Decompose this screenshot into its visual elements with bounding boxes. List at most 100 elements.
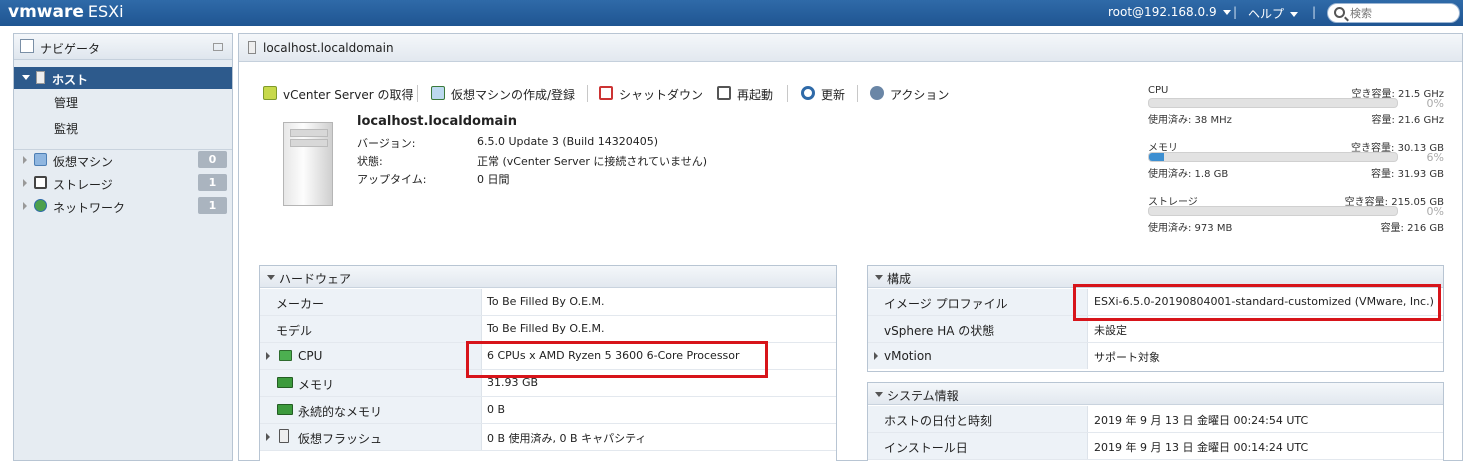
row-label-cell: メーカー (260, 289, 482, 315)
separator: | (1312, 5, 1317, 19)
vm-icon (34, 153, 47, 166)
button-label: 更新 (821, 88, 846, 102)
host-summary-panel: localhost.localdomain vCenter Server の取得… (238, 33, 1463, 461)
system-info-portlet: システム情報 ホストの日付と時刻 2019 年 9 月 13 日 金曜日 00:… (867, 382, 1444, 461)
expand-icon[interactable] (23, 202, 27, 210)
row-label: vMotion (884, 349, 932, 363)
row-label: 永続的なメモリ (298, 405, 383, 419)
nav-item-manage[interactable]: 管理 (54, 94, 78, 111)
count-badge: 0 (198, 151, 227, 168)
button-label: 仮想マシンの作成/登録 (451, 88, 576, 102)
memory-icon (277, 377, 293, 388)
usage-percent: 6% (1426, 151, 1444, 164)
row-value: 未設定 (1094, 324, 1127, 337)
nav-item-host[interactable]: ホスト (14, 67, 232, 89)
help-label: ヘルプ (1248, 7, 1285, 21)
highlight-box-image-profile (1073, 284, 1441, 321)
expand-icon[interactable] (23, 179, 27, 187)
separator (857, 85, 858, 102)
row-label-cell: 仮想フラッシュ (260, 424, 482, 450)
chevron-down-icon (1222, 10, 1231, 15)
vcenter-icon (263, 86, 277, 100)
user-menu[interactable]: root@192.168.0.9 (1108, 5, 1231, 19)
separator (587, 85, 588, 102)
expand-icon[interactable] (23, 156, 27, 164)
row-value: サポート対象 (1094, 351, 1160, 364)
expand-icon[interactable] (22, 75, 30, 80)
expand-icon[interactable] (266, 352, 270, 360)
nav-item-network[interactable]: ネットワーク 1 (14, 195, 232, 217)
usage-bar (1148, 98, 1398, 108)
collapse-icon[interactable] (875, 392, 883, 397)
row-label: メモリ (298, 378, 335, 392)
button-label: vCenter Server の取得 (283, 88, 414, 102)
nav-item-storage[interactable]: ストレージ 1 (14, 172, 232, 194)
persistent-memory-icon (277, 404, 293, 415)
shutdown-icon (599, 86, 613, 100)
nav-item-label: ストレージ (53, 178, 113, 192)
row-label: 仮想フラッシュ (298, 432, 383, 446)
create-vm-icon (431, 86, 445, 100)
expand-icon[interactable] (874, 352, 878, 360)
portlet-title: システム情報 (887, 389, 959, 403)
nav-item-vms[interactable]: 仮想マシン 0 (14, 149, 232, 171)
gear-icon (870, 86, 884, 100)
resource-capacity: 容量: 21.6 GHz (1371, 115, 1444, 126)
collapse-icon[interactable] (875, 275, 883, 280)
navigator-icon (20, 39, 34, 53)
nav-item-monitor[interactable]: 監視 (54, 120, 78, 137)
help-menu[interactable]: ヘルプ (1248, 5, 1299, 22)
search-input[interactable] (1350, 6, 1455, 20)
top-bar: vmware ESXi root@192.168.0.9 | ヘルプ | (0, 0, 1463, 26)
row-label-cell: ホストの日付と時刻 (868, 406, 1088, 432)
collapse-panel-icon[interactable] (213, 43, 223, 51)
usage-percent: 0% (1426, 205, 1444, 218)
count-badge: 1 (198, 174, 227, 191)
cpu-icon (279, 350, 292, 361)
table-row[interactable]: vMotion サポート対象 (868, 343, 1443, 370)
version-label: バージョン: (357, 137, 416, 150)
row-label: モデル (276, 324, 313, 338)
row-label-cell: vSphere HA の状態 (868, 316, 1088, 342)
separator (417, 85, 418, 102)
portlet-title: ハードウェア (279, 272, 352, 286)
row-label: メーカー (276, 297, 325, 311)
table-row: ホストの日付と時刻 2019 年 9 月 13 日 金曜日 00:24:54 U… (868, 406, 1443, 433)
row-label-cell: vMotion (868, 343, 1088, 369)
storage-icon (34, 176, 47, 189)
separator (787, 85, 788, 102)
row-value: To Be Filled By O.E.M. (487, 295, 605, 308)
button-label: シャットダウン (619, 88, 704, 102)
vmware-logo: vmware ESXi (8, 2, 124, 22)
navigator-title: ナビゲータ (40, 42, 101, 56)
collapse-icon[interactable] (267, 275, 275, 280)
brand-esxi: ESXi (87, 2, 124, 21)
table-row: 永続的なメモリ 0 B (260, 397, 836, 424)
navigator-panel: ナビゲータ ホスト 管理 監視 仮想マシン 0 ストレージ 1 ネットワーク 1 (13, 33, 233, 461)
resource-used: 使用済み: 1.8 GB (1148, 169, 1229, 180)
usage-fill (1149, 153, 1164, 161)
row-label: ホストの日付と時刻 (884, 414, 993, 428)
highlight-box-cpu (466, 341, 768, 378)
refresh-icon (801, 86, 815, 100)
nav-item-label: 仮想マシン (53, 155, 114, 169)
system-info-header[interactable]: システム情報 (868, 383, 1443, 405)
chevron-down-icon (1290, 12, 1299, 17)
network-icon (34, 199, 47, 212)
search-box[interactable] (1327, 3, 1460, 23)
host-icon (36, 71, 45, 84)
row-label-cell: イメージ プロファイル (868, 289, 1088, 315)
row-value: To Be Filled By O.E.M. (487, 322, 605, 335)
hardware-header[interactable]: ハードウェア (260, 266, 836, 288)
row-value: 0 B 使用済み, 0 B キャパシティ (487, 432, 647, 445)
expand-icon[interactable] (266, 433, 270, 441)
row-label: vSphere HA の状態 (884, 324, 995, 338)
table-row[interactable]: 仮想フラッシュ 0 B 使用済み, 0 B キャパシティ (260, 424, 836, 451)
user-label: root@192.168.0.9 (1108, 5, 1217, 19)
row-label-cell: CPU (260, 343, 482, 369)
resource-used: 使用済み: 38 MHz (1148, 115, 1232, 126)
reboot-icon (717, 86, 731, 100)
host-icon (248, 41, 256, 54)
host-name: localhost.localdomain (357, 114, 517, 129)
uptime-label: アップタイム: (357, 173, 427, 186)
